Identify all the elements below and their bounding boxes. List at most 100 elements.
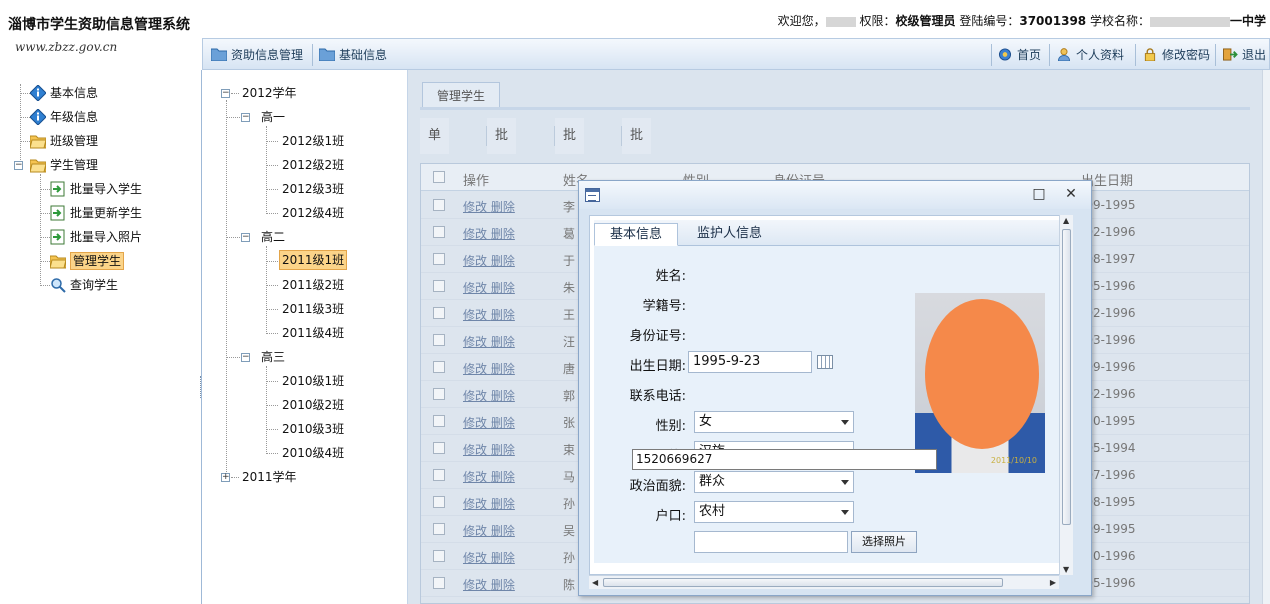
tree-grade-3[interactable]: 高三 (261, 347, 285, 367)
tab-guardian-info[interactable]: 监护人信息 (682, 223, 777, 246)
tree-class-2011-2[interactable]: 2011级2班 (282, 275, 344, 295)
edit-link[interactable]: 修改 (463, 254, 487, 268)
nav-class-management[interactable]: 班级管理 (30, 131, 98, 151)
row-checkbox[interactable] (433, 523, 445, 535)
delete-link[interactable]: 删除 (491, 281, 515, 295)
scroll-down-icon[interactable]: ▼ (1063, 565, 1069, 574)
collapse-toggle[interactable]: − (221, 89, 230, 98)
tree-year-2012[interactable]: 2012学年 (242, 83, 297, 103)
edit-link[interactable]: 修改 (463, 200, 487, 214)
delete-link[interactable]: 删除 (491, 227, 515, 241)
row-checkbox[interactable] (433, 388, 445, 400)
nav-search-students[interactable]: 查询学生 (50, 275, 118, 295)
tree-class-2011-4[interactable]: 2011级4班 (282, 323, 344, 343)
photo-path-input[interactable] (694, 531, 848, 553)
scroll-thumb[interactable] (1062, 229, 1071, 525)
tree-class-2010-2[interactable]: 2010级2班 (282, 395, 344, 415)
tab-manage-students[interactable]: 管理学生 (422, 82, 501, 108)
dialog-titlebar[interactable]: □ ✕ (579, 181, 1091, 209)
row-checkbox[interactable] (433, 253, 445, 265)
tree-class-2011-3[interactable]: 2011级3班 (282, 299, 344, 319)
row-checkbox[interactable] (433, 334, 445, 346)
nav-batch-import-photos[interactable]: 批量导入照片 (50, 227, 142, 247)
edit-link[interactable]: 修改 (463, 227, 487, 241)
row-checkbox[interactable] (433, 361, 445, 373)
delete-link[interactable]: 删除 (491, 416, 515, 430)
delete-link[interactable]: 删除 (491, 335, 515, 349)
menu-change-password[interactable]: 修改密码 (1142, 45, 1210, 65)
row-checkbox[interactable] (433, 442, 445, 454)
tree-class-2010-1[interactable]: 2010级1班 (282, 371, 344, 391)
delete-link[interactable]: 删除 (491, 497, 515, 511)
edit-link[interactable]: 修改 (463, 578, 487, 592)
row-checkbox[interactable] (433, 577, 445, 589)
select-all-checkbox[interactable] (433, 171, 445, 183)
edit-link[interactable]: 修改 (463, 281, 487, 295)
nav-grade-info[interactable]: 年级信息 (30, 107, 98, 127)
collapse-toggle[interactable]: − (241, 353, 250, 362)
batch-move-button[interactable]: 批量移动 (622, 118, 652, 251)
nav-batch-update-students[interactable]: 批量更新学生 (50, 203, 142, 223)
tree-class-2010-3[interactable]: 2010级3班 (282, 419, 344, 439)
edit-link[interactable]: 修改 (463, 362, 487, 376)
delete-link[interactable]: 删除 (491, 362, 515, 376)
dob-input[interactable]: 1995-9-23 (688, 351, 812, 373)
collapse-toggle[interactable]: − (14, 161, 23, 170)
delete-link[interactable]: 删除 (491, 389, 515, 403)
tree-year-2011[interactable]: 2011学年 (242, 467, 297, 487)
nav-batch-import-students[interactable]: 批量导入学生 (50, 179, 142, 199)
nav-student-management[interactable]: 学生管理 (30, 155, 98, 175)
scroll-left-icon[interactable]: ◀ (592, 578, 598, 587)
tab-basic-info[interactable]: 基本信息 (594, 223, 679, 246)
menu-basic-info[interactable]: 基础信息 (319, 45, 387, 65)
edit-link[interactable]: 修改 (463, 497, 487, 511)
row-checkbox[interactable] (433, 307, 445, 319)
add-single-button[interactable]: 单个添加 (420, 118, 450, 251)
tree-class-2012-1[interactable]: 2012级1班 (282, 131, 344, 151)
batch-export-button[interactable]: 批量导出 (487, 118, 517, 251)
select-photo-button[interactable]: 选择照片 (851, 531, 917, 553)
row-checkbox[interactable] (433, 199, 445, 211)
menu-home[interactable]: 首页 (997, 45, 1041, 65)
edit-link[interactable]: 修改 (463, 416, 487, 430)
row-checkbox[interactable] (433, 550, 445, 562)
nav-manage-students[interactable]: 管理学生 (50, 251, 125, 271)
edit-link[interactable]: 修改 (463, 551, 487, 565)
tree-class-2010-4[interactable]: 2010级4班 (282, 443, 344, 463)
dialog-horizontal-scrollbar[interactable]: ◀ ▶ (589, 575, 1059, 589)
tree-grade-1[interactable]: 高一 (261, 107, 285, 127)
collapse-toggle[interactable]: − (241, 233, 250, 242)
delete-link[interactable]: 删除 (491, 551, 515, 565)
edit-link[interactable]: 修改 (463, 524, 487, 538)
delete-link[interactable]: 删除 (491, 254, 515, 268)
dialog-vertical-scrollbar[interactable]: ▲ ▼ (1059, 215, 1073, 575)
edit-link[interactable]: 修改 (463, 308, 487, 322)
collapse-toggle[interactable]: − (241, 113, 250, 122)
tree-class-2011-1[interactable]: 2011级1班 (279, 250, 348, 270)
nav-basic-info[interactable]: 基本信息 (30, 83, 98, 103)
edit-link[interactable]: 修改 (463, 443, 487, 457)
row-checkbox[interactable] (433, 469, 445, 481)
gender-select[interactable]: 女 (694, 411, 854, 433)
edit-link[interactable]: 修改 (463, 470, 487, 484)
delete-link[interactable]: 删除 (491, 308, 515, 322)
close-icon[interactable]: ✕ (1063, 186, 1079, 202)
menu-aid-info[interactable]: 资助信息管理 (211, 45, 303, 65)
household-select[interactable]: 农村 (694, 501, 854, 523)
expand-toggle[interactable]: + (221, 473, 230, 482)
row-checkbox[interactable] (433, 415, 445, 427)
tree-class-2012-3[interactable]: 2012级3班 (282, 179, 344, 199)
political-select[interactable]: 群众 (694, 471, 854, 493)
phone-input-overlay[interactable]: 1520669627 (632, 449, 937, 470)
batch-delete-button[interactable]: 批量删除 (555, 118, 585, 251)
edit-link[interactable]: 修改 (463, 389, 487, 403)
menu-logout[interactable]: 退出 (1222, 45, 1266, 65)
maximize-icon[interactable]: □ (1031, 186, 1047, 202)
tree-grade-2[interactable]: 高二 (261, 227, 285, 247)
delete-link[interactable]: 删除 (491, 578, 515, 592)
tree-class-2012-4[interactable]: 2012级4班 (282, 203, 344, 223)
row-checkbox[interactable] (433, 226, 445, 238)
page-scrollbar[interactable] (1262, 70, 1270, 604)
edit-link[interactable]: 修改 (463, 335, 487, 349)
row-checkbox[interactable] (433, 496, 445, 508)
